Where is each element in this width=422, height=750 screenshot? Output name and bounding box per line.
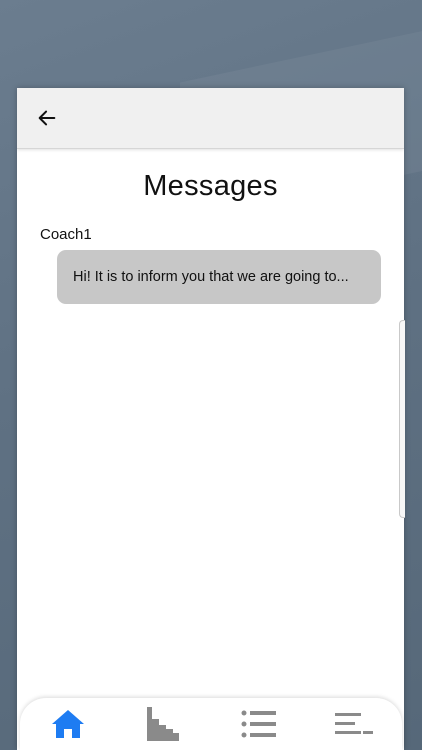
menu-lines-icon	[335, 713, 374, 734]
stats-icon	[147, 707, 180, 741]
message-bubble[interactable]: Hi! It is to inform you that we are goin…	[57, 250, 381, 304]
app-screen: Messages Coach1 Hi! It is to inform you …	[17, 88, 404, 750]
arrow-left-icon	[38, 110, 56, 126]
scrollbar[interactable]	[399, 320, 405, 518]
message-preview: Hi! It is to inform you that we are goin…	[73, 269, 349, 285]
tab-home[interactable]	[38, 702, 98, 746]
back-button[interactable]	[35, 106, 59, 130]
home-icon	[51, 710, 84, 738]
list-icon	[241, 710, 276, 738]
tab-stats[interactable]	[133, 702, 193, 746]
tab-menu[interactable]	[324, 702, 384, 746]
bottom-tab-bar	[20, 698, 402, 750]
message-sender: Coach1	[40, 226, 92, 243]
page-title: Messages	[143, 170, 278, 202]
top-bar	[17, 88, 404, 149]
tab-list[interactable]	[229, 702, 289, 746]
